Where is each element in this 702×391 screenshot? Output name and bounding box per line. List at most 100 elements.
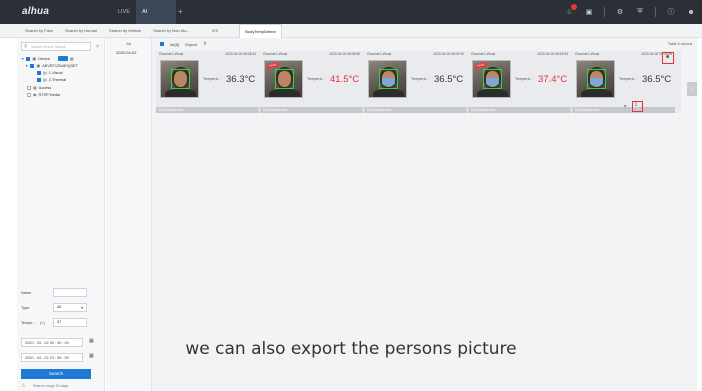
caret-down-icon[interactable]: ▼ bbox=[21, 57, 24, 61]
name-input[interactable] bbox=[53, 288, 87, 297]
tab-live[interactable]: LIVE bbox=[112, 0, 136, 24]
tree-item-channel-2[interactable]: ▤ 2-Thermal bbox=[37, 77, 66, 82]
caret-down-icon[interactable]: ▼ bbox=[25, 64, 28, 68]
shield-icon[interactable]: ⛨ bbox=[635, 7, 645, 17]
tree-label: RTSP Media bbox=[38, 92, 60, 97]
export-picture-icon[interactable]: ⇩ bbox=[634, 102, 638, 108]
checkbox[interactable] bbox=[27, 92, 31, 97]
access-icon: ▦ bbox=[33, 85, 37, 90]
select-all-checkbox[interactable] bbox=[160, 42, 164, 46]
add-tab-button[interactable]: + bbox=[172, 0, 189, 24]
card-time: 2020-04-02 09:08:34 bbox=[225, 52, 256, 56]
checkbox[interactable] bbox=[37, 70, 41, 75]
filter-icon[interactable]: ▿ bbox=[96, 43, 99, 50]
type-label: Type bbox=[21, 306, 30, 310]
person-photo[interactable] bbox=[576, 60, 615, 98]
scroll-right-button[interactable]: › bbox=[687, 82, 697, 96]
person-photo[interactable]: Fever bbox=[472, 60, 511, 98]
chevron-down-icon: ▾ bbox=[81, 306, 83, 310]
card-header: Channel1-Visual 2020-04-02 09:08:56 bbox=[260, 51, 363, 57]
temperature-value: 37 bbox=[57, 320, 62, 324]
result-card[interactable]: Channel1-Visual 2020-04-02 09:08:34 Temp… bbox=[156, 51, 259, 113]
tab-search-by-vehicle[interactable]: Search by Vehicle bbox=[104, 24, 146, 38]
tab-search-by-human[interactable]: Search by Human bbox=[60, 24, 102, 38]
settings-icon[interactable]: ⚙ bbox=[615, 7, 625, 17]
export-icon[interactable]: ⇪ bbox=[203, 41, 207, 47]
result-card[interactable]: Channel1-Visual 2020-04-02 09:08:56 Feve… bbox=[260, 51, 363, 113]
date-list-header[interactable]: All bbox=[106, 38, 151, 46]
card-header: Channel1-Visual 2020-04-02 09:09:56 bbox=[572, 51, 675, 57]
export-button[interactable]: Export bbox=[185, 42, 197, 47]
card-footer: BodyTempDetect bbox=[156, 107, 259, 113]
video-caption: we can also export the persons picture bbox=[185, 339, 517, 359]
checkbox[interactable] bbox=[27, 85, 31, 90]
user-icon[interactable]: ☻ bbox=[686, 7, 696, 17]
person-photo[interactable] bbox=[160, 60, 199, 98]
total-records: Total 5 record bbox=[667, 41, 692, 46]
tab-body-temp-detect[interactable]: BodyTempDetect bbox=[239, 23, 282, 38]
person-icon[interactable]: ☻ bbox=[665, 54, 670, 60]
tab-ai-search[interactable]: AI SEARCH bbox=[136, 0, 176, 39]
tree-item-rtsp[interactable]: ◉ RTSP Media bbox=[27, 92, 60, 97]
device-status-badge bbox=[57, 56, 68, 61]
person-photo[interactable]: Fever bbox=[264, 60, 303, 98]
card-channel: Channel1-Visual bbox=[367, 52, 392, 56]
tree-item-channel-1[interactable]: ▤ 1-Visual bbox=[37, 70, 62, 75]
card-footer: BodyTempDetect bbox=[260, 107, 363, 113]
face-box bbox=[587, 69, 606, 89]
camera-icon: ▤ bbox=[43, 77, 47, 82]
divider bbox=[655, 7, 656, 17]
tree-label: 1-Visual bbox=[48, 70, 63, 75]
checkbox[interactable] bbox=[37, 77, 41, 82]
search-placeholder: Search Device Search bbox=[31, 45, 66, 49]
person-photo[interactable] bbox=[368, 60, 407, 98]
alarm-badge bbox=[571, 4, 577, 10]
type-value: All bbox=[57, 305, 62, 309]
device-search-input[interactable]: ⚲ Search Device Search bbox=[21, 42, 91, 51]
checkbox[interactable] bbox=[26, 56, 31, 61]
temperature-value: 36.3°C bbox=[226, 74, 256, 85]
tree-label: ABVRT12N4EIQSET bbox=[42, 63, 78, 68]
card-channel: Channel1-Visual bbox=[575, 52, 600, 56]
temperature-label: Tempera... bbox=[515, 77, 533, 81]
tree-item-device[interactable]: ▼ ▣ Device ▦ bbox=[21, 56, 74, 61]
results-strip: Channel1-Visual 2020-04-02 09:08:34 Temp… bbox=[156, 51, 681, 113]
card-header: Channel1-Visual 2020-04-02 09:08:34 bbox=[156, 51, 259, 57]
tab-ivs[interactable]: IVS bbox=[207, 24, 223, 38]
tab-search-by-non-motor[interactable]: Search by Non-Mo... bbox=[148, 24, 195, 38]
card-time: 2020-04-02 09:08:56 bbox=[329, 52, 360, 56]
screen-icon[interactable]: ▣ bbox=[584, 7, 594, 17]
search-button[interactable]: Search bbox=[21, 369, 91, 379]
result-card[interactable]: Channel1-Visual 2020-04-02 09:09:10 Temp… bbox=[364, 51, 467, 113]
alarm-bell-icon[interactable]: ♧ bbox=[564, 4, 577, 17]
card-channel: Channel1-Visual bbox=[471, 52, 496, 56]
face-box bbox=[483, 69, 502, 89]
face-box bbox=[275, 69, 294, 89]
temperature-label: Tempera... bbox=[203, 77, 221, 81]
play-icon[interactable]: ● bbox=[624, 103, 626, 108]
temperature-label: Tempera... bbox=[307, 77, 325, 81]
checkbox[interactable] bbox=[30, 63, 35, 68]
tree-item-access[interactable]: ▦ Access bbox=[27, 85, 51, 90]
tree-label: 2-Thermal bbox=[48, 77, 67, 82]
grid-icon[interactable]: ▦ bbox=[70, 56, 74, 61]
card-time: 2020-04-02 09:09:34 bbox=[537, 52, 568, 56]
result-card[interactable]: Channel1-Visual 2020-04-02 09:09:34 Feve… bbox=[468, 51, 571, 113]
face-box bbox=[171, 69, 190, 89]
date-item[interactable]: 2020-04-02 bbox=[106, 46, 151, 55]
tree-label: Device bbox=[38, 56, 50, 61]
card-footer: BodyTempDetect bbox=[468, 107, 571, 113]
result-card[interactable]: Channel1-Visual 2020-04-02 09:09:56 Temp… bbox=[572, 51, 675, 113]
help-icon[interactable]: ⓘ bbox=[666, 7, 676, 17]
search-icon: ⚲ bbox=[24, 44, 28, 50]
tab-search-by-face[interactable]: Search by Face bbox=[20, 24, 58, 38]
card-footer: BodyTempDetect bbox=[364, 107, 467, 113]
temperature-label: Tempera... bbox=[411, 77, 429, 81]
tree-label: Access bbox=[38, 85, 52, 90]
type-select[interactable]: All ▾ bbox=[53, 303, 87, 312]
tree-item-nvr[interactable]: ▼ ▣ ABVRT12N4EIQSET bbox=[25, 63, 78, 68]
temperature-input[interactable]: 37 bbox=[53, 318, 87, 327]
top-bar: alhua LIVE AI SEARCH + ♧ ▣ ⚙ ⛨ ⓘ ☻ bbox=[0, 0, 702, 39]
temperature-operator[interactable]: (>) bbox=[40, 321, 45, 325]
select-all-label[interactable]: All(5) bbox=[170, 42, 179, 47]
